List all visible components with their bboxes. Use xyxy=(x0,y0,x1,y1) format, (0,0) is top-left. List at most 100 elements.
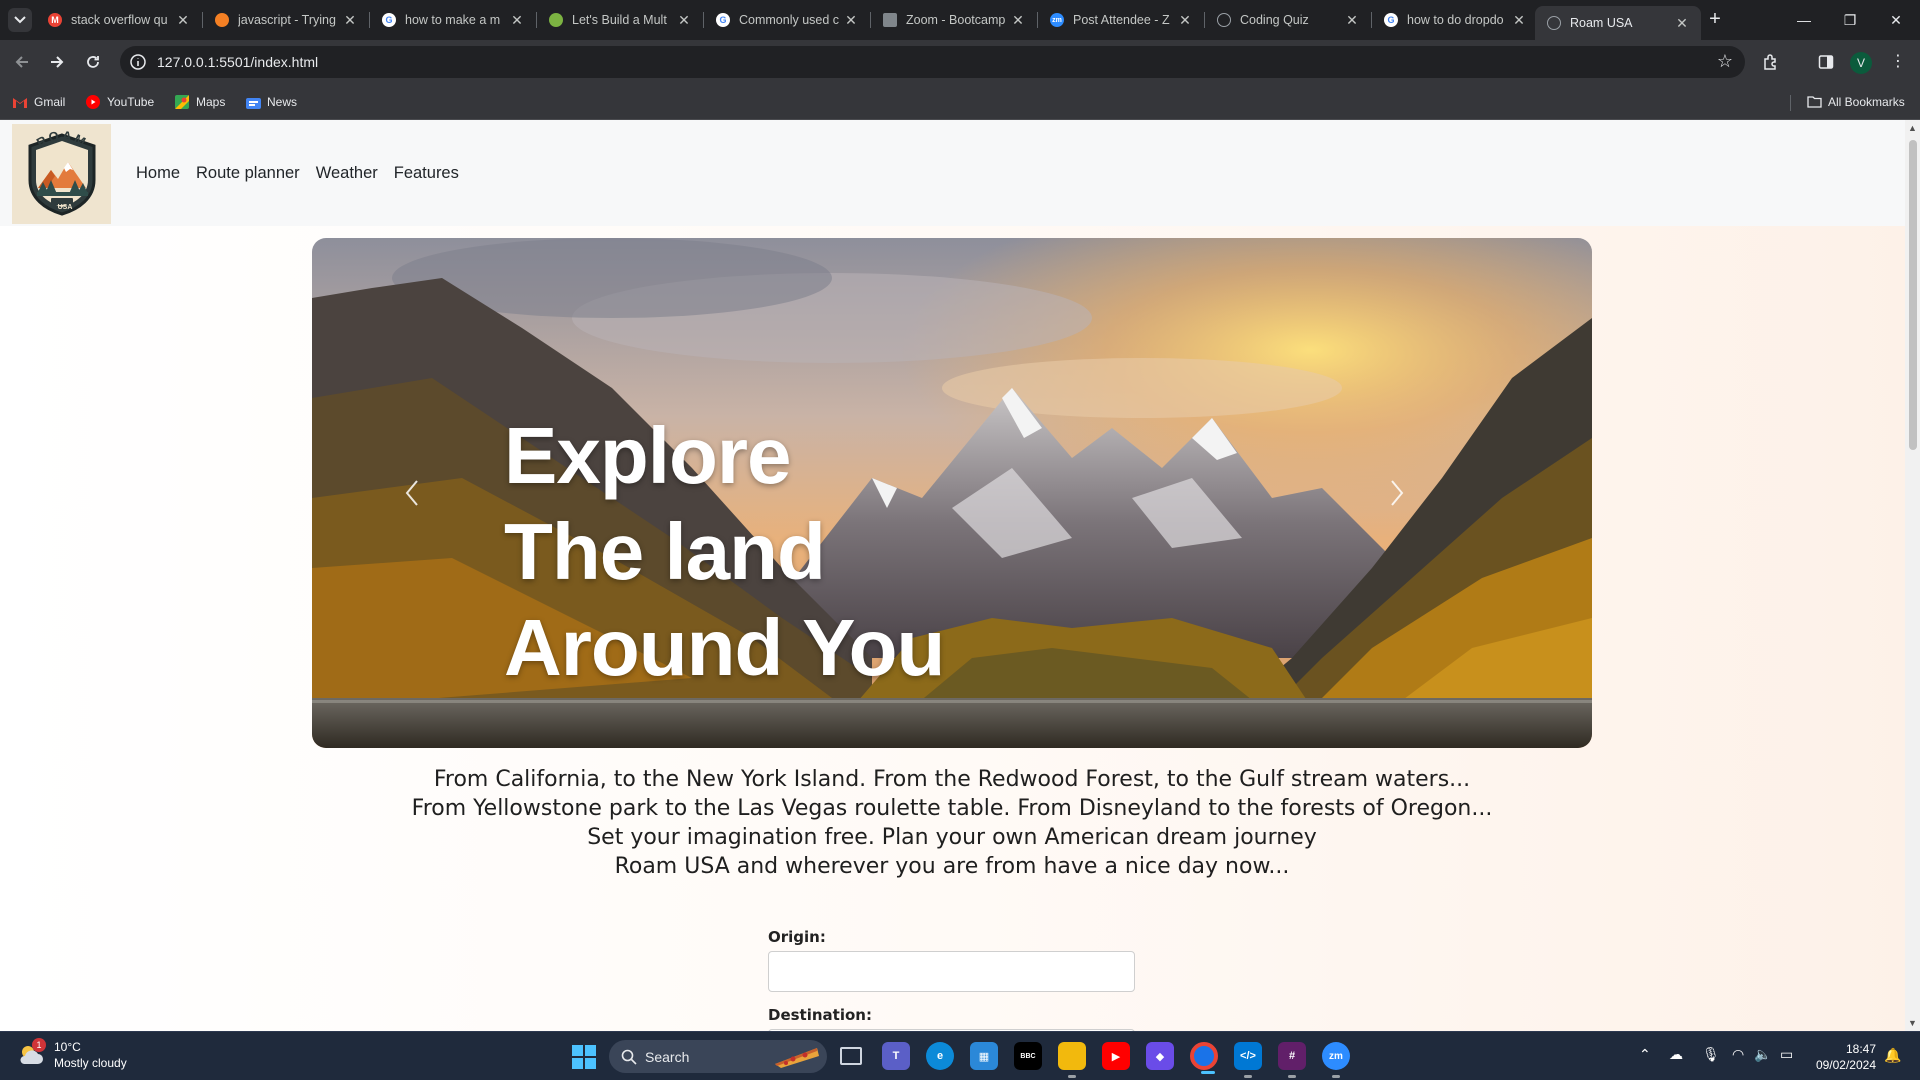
bookmark-gmail[interactable]: Gmail xyxy=(12,94,65,110)
origin-input[interactable] xyxy=(768,951,1135,992)
tab-7[interactable]: Coding Quiz ✕ xyxy=(1205,7,1371,33)
tab-2[interactable]: G how to make a m ✕ xyxy=(370,7,536,33)
weather-condition: Mostly cloudy xyxy=(54,1056,127,1070)
destination-label: Destination: xyxy=(768,1006,872,1024)
site-navbar: ROAM USA ROAM USA Home Route planner Wea… xyxy=(0,120,1905,226)
bookmark-news[interactable]: News xyxy=(245,94,297,110)
zoom-icon[interactable]: zm xyxy=(1322,1042,1350,1078)
gmail-icon: M xyxy=(48,13,62,27)
store-icon[interactable]: ▦ xyxy=(970,1042,998,1070)
close-icon[interactable]: ✕ xyxy=(1673,15,1691,32)
file-explorer-icon[interactable] xyxy=(1058,1042,1086,1078)
nav-route-planner[interactable]: Route planner xyxy=(196,164,300,183)
bookmark-youtube[interactable]: YouTube xyxy=(85,94,154,110)
route-form: Origin: Destination: xyxy=(768,928,1138,1031)
all-bookmarks-button[interactable]: All Bookmarks xyxy=(1806,94,1905,110)
intro-text: From California, to the New York Island.… xyxy=(312,765,1592,881)
leaf-icon xyxy=(549,13,563,27)
vscode-icon[interactable]: </> xyxy=(1234,1042,1262,1078)
zoom-icon: zm xyxy=(1050,13,1064,27)
forward-button[interactable] xyxy=(43,48,71,76)
close-icon[interactable]: ✕ xyxy=(675,12,693,29)
task-view-icon[interactable] xyxy=(840,1047,862,1065)
nav-features[interactable]: Features xyxy=(394,164,459,183)
close-window-button[interactable]: ✕ xyxy=(1873,6,1919,34)
google-icon: G xyxy=(382,13,396,27)
news-icon xyxy=(245,94,261,110)
clipchamp-icon[interactable]: ◆ xyxy=(1146,1042,1174,1070)
carousel-prev-button[interactable] xyxy=(392,473,432,513)
stackoverflow-icon xyxy=(215,13,229,27)
restore-button[interactable]: ❐ xyxy=(1827,6,1873,34)
microphone-icon[interactable]: 🎙 xyxy=(1702,1046,1720,1063)
extensions-button[interactable] xyxy=(1757,48,1785,76)
scroll-up-icon[interactable]: ▲ xyxy=(1908,123,1917,133)
volume-icon[interactable]: 🔈 xyxy=(1754,1046,1771,1063)
new-tab-button[interactable]: + xyxy=(1703,8,1727,32)
close-icon[interactable]: ✕ xyxy=(1510,12,1528,29)
tab-3[interactable]: Let's Build a Mult ✕ xyxy=(537,7,703,33)
intro-line: From Yellowstone park to the Las Vegas r… xyxy=(411,796,1493,821)
tab-4[interactable]: G Commonly used c ✕ xyxy=(704,7,870,33)
tab-1[interactable]: javascript - Trying ✕ xyxy=(203,7,369,33)
chrome-icon[interactable] xyxy=(1190,1042,1218,1074)
nav-home[interactable]: Home xyxy=(136,164,180,183)
reload-button[interactable] xyxy=(79,48,107,76)
wifi-icon[interactable]: ◠ xyxy=(1732,1046,1744,1063)
url-text[interactable]: 127.0.0.1:5501/index.html xyxy=(157,54,318,70)
back-button[interactable] xyxy=(8,48,36,76)
folder-icon xyxy=(1806,94,1822,110)
close-icon[interactable]: ✕ xyxy=(1176,12,1194,29)
close-icon[interactable]: ✕ xyxy=(508,12,526,29)
close-icon[interactable]: ✕ xyxy=(174,12,192,29)
tab-8[interactable]: G how to do dropdo ✕ xyxy=(1372,7,1538,33)
browser-toolbar: 127.0.0.1:5501/index.html ☆ V ⋮ xyxy=(0,40,1920,85)
bbc-iplayer-icon[interactable]: BBC xyxy=(1014,1042,1042,1070)
profile-avatar[interactable]: V xyxy=(1850,52,1872,74)
scrollbar-thumb[interactable] xyxy=(1909,140,1917,450)
info-icon[interactable] xyxy=(129,53,147,71)
close-icon[interactable]: ✕ xyxy=(341,12,359,29)
onedrive-cloud-icon[interactable]: ☁ xyxy=(1669,1046,1683,1063)
system-clock[interactable]: 18:47 09/02/2024 xyxy=(1808,1041,1876,1073)
intro-line: Roam USA and wherever you are from have … xyxy=(614,854,1290,879)
close-icon[interactable]: ✕ xyxy=(1009,12,1027,29)
weather-widget[interactable]: 1 10°C Mostly cloudy xyxy=(16,1038,127,1071)
tab-0[interactable]: M stack overflow qu ✕ xyxy=(36,7,202,33)
youtube-icon[interactable]: ▶ xyxy=(1102,1042,1130,1070)
minimize-button[interactable]: — xyxy=(1781,6,1827,34)
kebab-menu-icon: ⋮ xyxy=(1890,53,1906,70)
tab-9-active[interactable]: Roam USA ✕ xyxy=(1535,6,1701,40)
side-panel-button[interactable] xyxy=(1812,48,1840,76)
reload-icon xyxy=(87,56,99,68)
page-scrollbar[interactable]: ▲ ▼ xyxy=(1905,120,1920,1031)
close-icon[interactable]: ✕ xyxy=(1343,12,1361,29)
clock-time: 18:47 xyxy=(1845,1042,1876,1056)
all-bookmarks-label: All Bookmarks xyxy=(1828,95,1905,109)
weather-badge: 1 xyxy=(32,1038,46,1052)
tab-title: Zoom - Bootcamp xyxy=(906,13,1006,27)
logo-arc-text: ROAM xyxy=(34,130,88,150)
nav-weather[interactable]: Weather xyxy=(316,164,378,183)
teams-icon[interactable]: T xyxy=(882,1042,910,1070)
scroll-down-icon[interactable]: ▼ xyxy=(1908,1018,1917,1028)
slack-icon[interactable]: # xyxy=(1278,1042,1306,1078)
side-panel-icon xyxy=(1818,55,1834,69)
taskbar-search[interactable]: Search xyxy=(609,1040,827,1073)
battery-icon[interactable]: ▭ xyxy=(1780,1046,1793,1063)
notification-bell-icon[interactable]: 🔔 xyxy=(1884,1047,1901,1064)
arrow-right-icon xyxy=(51,56,64,68)
start-button[interactable] xyxy=(571,1044,597,1070)
edge-icon[interactable]: e xyxy=(926,1042,954,1070)
bookmark-maps[interactable]: Maps xyxy=(174,94,225,110)
address-bar[interactable]: 127.0.0.1:5501/index.html ☆ xyxy=(120,46,1745,78)
close-icon[interactable]: ✕ xyxy=(842,12,860,29)
tab-6[interactable]: zm Post Attendee - Z ✕ xyxy=(1038,7,1204,33)
chrome-menu-button[interactable]: ⋮ xyxy=(1884,48,1912,76)
star-icon[interactable]: ☆ xyxy=(1717,51,1733,72)
tab-5[interactable]: Zoom - Bootcamp ✕ xyxy=(871,7,1037,33)
windows-icon xyxy=(572,1045,596,1069)
tab-search-button[interactable] xyxy=(8,8,32,32)
carousel-next-button[interactable] xyxy=(1377,473,1417,513)
chevron-up-icon[interactable]: ⌃ xyxy=(1639,1046,1651,1063)
